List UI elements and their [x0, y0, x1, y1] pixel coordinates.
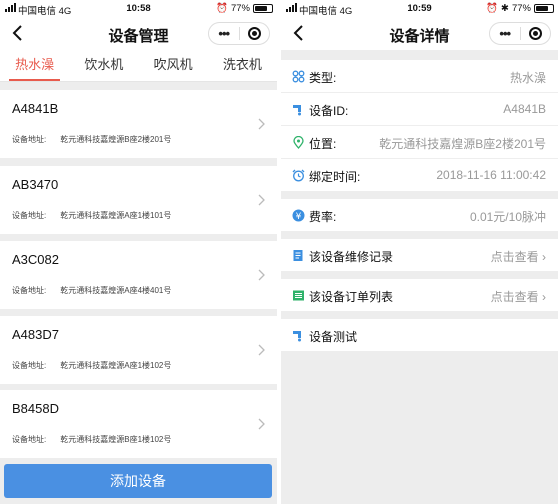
- nav-bar: 设备详情 •••: [281, 17, 558, 50]
- location-label: 位置:: [309, 137, 337, 151]
- miniprogram-capsule: •••: [208, 22, 270, 45]
- device-card[interactable]: A483D7 设备地址: 乾元通科技嘉煌源A座1楼102号: [0, 316, 277, 384]
- more-icon[interactable]: •••: [209, 24, 239, 44]
- address-label: 设备地址:: [12, 435, 47, 444]
- order-list-row[interactable]: 该设备订单列表 点击查看: [281, 279, 558, 311]
- device-id: AB3470: [12, 177, 59, 192]
- info-row-location: 位置: 乾元通科技嘉煌源B座2楼201号: [281, 126, 558, 158]
- category-tabs: 热水澡 饮水机 吹风机 洗衣机: [0, 50, 277, 82]
- chevron-right-icon: [258, 269, 265, 281]
- alarm-icon: ⏰: [486, 3, 499, 14]
- device-card[interactable]: B8458D 设备地址: 乾元通科技嘉煌源B座1楼102号: [0, 390, 277, 458]
- tab-washing-machine[interactable]: 洗衣机: [208, 50, 277, 81]
- rate-value: 0.01元/10脉冲: [469, 210, 546, 224]
- close-miniprogram-icon[interactable]: [521, 27, 551, 40]
- miniprogram-capsule: •••: [489, 22, 551, 45]
- address-value: 乾元通科技嘉煌源A座4楼401号: [60, 286, 172, 295]
- address-label: 设备地址:: [12, 361, 47, 370]
- alarm-icon: ⏰: [216, 3, 228, 14]
- order-list-link[interactable]: 点击查看: [491, 288, 546, 305]
- location-value: 乾元通科技嘉煌源B座2楼201号: [379, 137, 546, 151]
- device-id-value: A4841B: [503, 102, 546, 116]
- device-card[interactable]: AB3470 设备地址: 乾元通科技嘉煌源A座1楼101号: [0, 166, 277, 234]
- tab-water-dispenser[interactable]: 饮水机: [69, 50, 138, 81]
- close-miniprogram-icon[interactable]: [240, 27, 270, 40]
- yen-coin-icon: ¥: [292, 209, 305, 222]
- location-pin-icon: [293, 136, 304, 149]
- address-label: 设备地址:: [12, 286, 47, 295]
- tab-hot-shower[interactable]: 热水澡: [0, 50, 69, 81]
- add-device-button[interactable]: 添加设备: [4, 464, 272, 498]
- chevron-right-icon: [258, 344, 265, 356]
- battery-icon: [534, 4, 554, 13]
- nav-bar: 设备管理 •••: [0, 17, 277, 50]
- device-detail-screen: 中国电信 4G 10:59 ⏰ ✱ 77% 设备详情 ••• 类型: 热水澡 设…: [281, 0, 558, 504]
- chevron-right-icon: [258, 118, 265, 130]
- chevron-right-icon: [258, 418, 265, 430]
- info-row-device-id: 设备ID: A4841B: [281, 93, 558, 125]
- address-value: 乾元通科技嘉煌源B座1楼102号: [60, 435, 172, 444]
- bind-time-value: 2018-11-16 11:00:42: [436, 168, 546, 182]
- list-icon: [293, 290, 304, 301]
- repair-records-label: 该设备维修记录: [309, 250, 394, 264]
- address-value: 乾元通科技嘉煌源A座1楼102号: [60, 361, 172, 370]
- device-id: B8458D: [12, 401, 59, 416]
- notepad-icon: [293, 250, 303, 261]
- battery-icon: [253, 4, 273, 13]
- address-label: 设备地址:: [12, 211, 47, 220]
- device-card[interactable]: A4841B 设备地址: 乾元通科技嘉煌源B座2楼201号: [0, 90, 277, 158]
- order-list-label: 该设备订单列表: [309, 290, 394, 304]
- device-test-row[interactable]: 设备测试: [281, 319, 558, 351]
- status-bar: 中国电信 4G 10:58 ⏰ 77%: [0, 0, 277, 17]
- status-bar: 中国电信 4G 10:59 ⏰ ✱ 77%: [281, 0, 558, 17]
- bind-time-label: 绑定时间:: [309, 170, 361, 184]
- info-row-type: 类型: 热水澡: [281, 60, 558, 92]
- address-value: 乾元通科技嘉煌源A座1楼101号: [60, 211, 172, 220]
- alarm-clock-icon: [292, 169, 305, 182]
- category-icon: [292, 70, 305, 83]
- repair-records-link[interactable]: 点击查看: [491, 248, 546, 265]
- device-test-label: 设备测试: [309, 330, 358, 344]
- device-id: A3C082: [12, 252, 59, 267]
- info-row-rate: ¥ 费率: 0.01元/10脉冲: [281, 199, 558, 231]
- type-label: 类型:: [309, 71, 337, 85]
- device-id-label: 设备ID:: [309, 104, 349, 118]
- repair-records-row[interactable]: 该设备维修记录 点击查看: [281, 239, 558, 271]
- more-icon[interactable]: •••: [490, 24, 520, 44]
- device-card[interactable]: A3C082 设备地址: 乾元通科技嘉煌源A座4楼401号: [0, 241, 277, 309]
- water-tap-icon: [293, 105, 301, 116]
- address-label: 设备地址:: [12, 135, 47, 144]
- device-id: A483D7: [12, 327, 59, 342]
- svg-text:¥: ¥: [296, 212, 302, 222]
- device-id: A4841B: [12, 101, 59, 116]
- address-value: 乾元通科技嘉煌源B座2楼201号: [60, 135, 172, 144]
- battery-percent: 77%: [230, 3, 250, 14]
- rate-label: 费率:: [309, 210, 337, 224]
- battery-percent: 77%: [511, 3, 531, 14]
- type-value: 热水澡: [509, 71, 546, 85]
- chevron-right-icon: [258, 194, 265, 206]
- bluetooth-icon: ✱: [501, 3, 509, 14]
- tab-hair-dryer[interactable]: 吹风机: [139, 50, 208, 81]
- device-management-screen: 中国电信 4G 10:58 ⏰ 77% 设备管理 ••• 热水澡 饮水机 吹风机…: [0, 0, 277, 504]
- info-row-bind-time: 绑定时间: 2018-11-16 11:00:42: [281, 159, 558, 191]
- water-tap-icon: [293, 331, 301, 342]
